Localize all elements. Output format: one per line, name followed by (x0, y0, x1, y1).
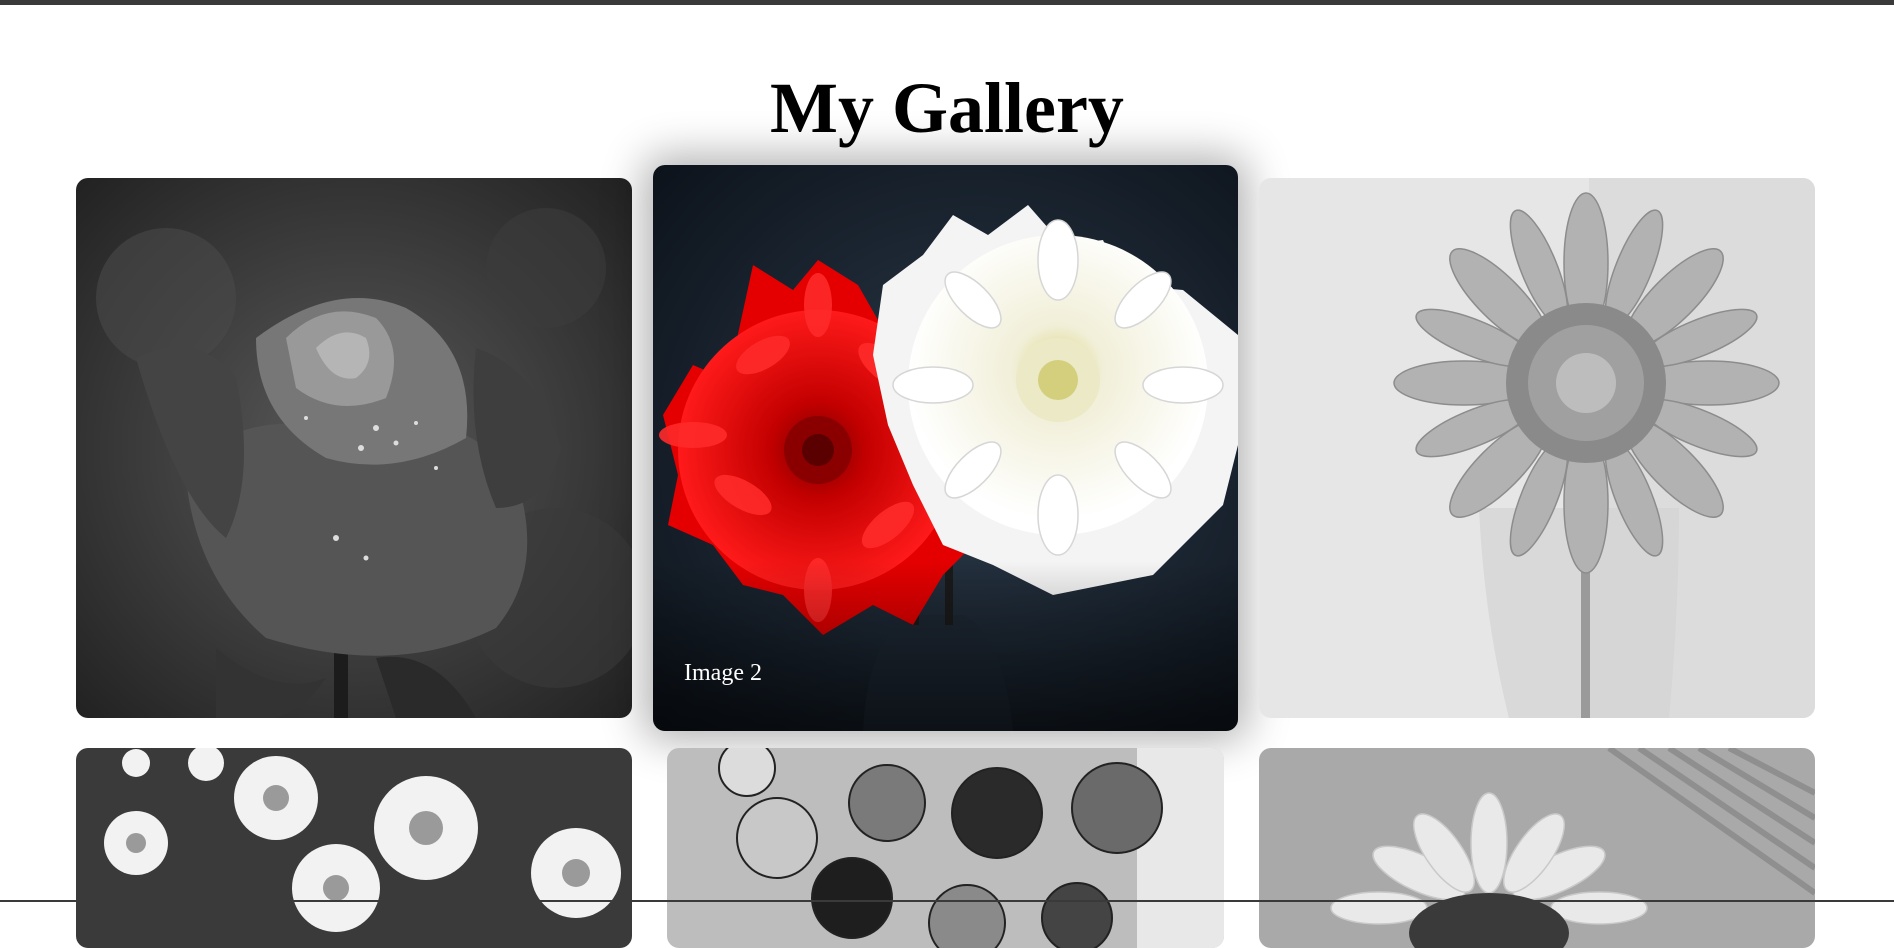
gallery-card-gerbera[interactable] (1259, 178, 1815, 718)
gallery-card-roses-bouquet[interactable] (667, 748, 1224, 948)
gallery-card-sunflower[interactable] (1259, 748, 1815, 948)
rose-photo (76, 178, 632, 718)
page-title: My Gallery (770, 68, 1124, 148)
gerbera-photo (1259, 178, 1815, 718)
gallery-card-daisies[interactable] (76, 748, 632, 948)
window-top-border (0, 0, 1894, 5)
dahlias-photo (653, 165, 1238, 731)
sunflower-photo (1259, 748, 1815, 948)
daisies-photo (76, 748, 632, 948)
gallery-card-rose[interactable] (76, 178, 632, 718)
gallery-card-dahlias[interactable]: Image 2 (653, 165, 1238, 731)
roses-bouquet-photo (667, 748, 1224, 948)
image-caption: Image 2 (684, 660, 762, 686)
